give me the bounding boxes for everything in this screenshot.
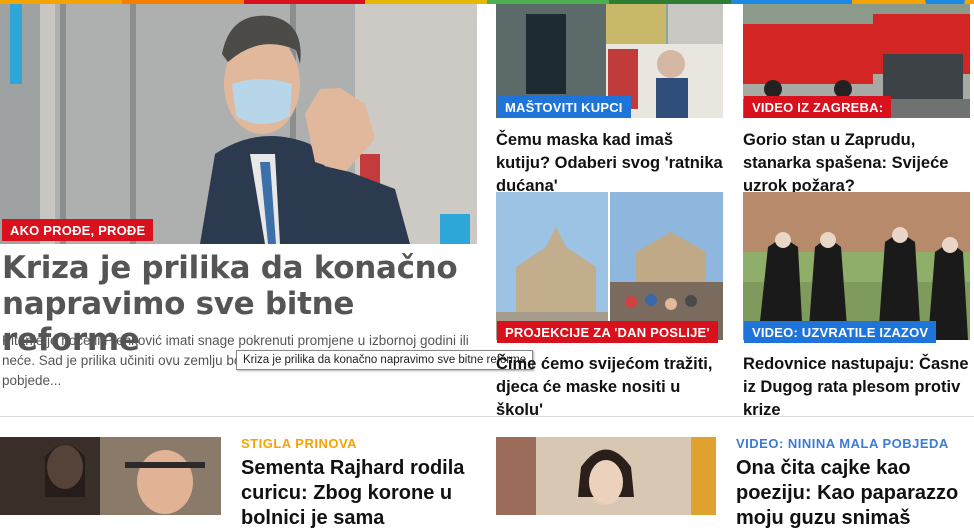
card-tag[interactable]: VIDEO IZ ZAGREBA: [744,96,892,118]
bottom-title[interactable]: Sementa Rajhard rodila curicu: Zbog koro… [241,456,481,531]
bottom-photo [0,437,221,515]
card-title[interactable]: Čime ćemo svijećom tražiti, djeca će mas… [496,353,726,422]
card-image[interactable] [743,192,970,340]
bottom-kicker[interactable]: VIDEO: NININA MALA POBJEDA [736,436,949,451]
bottom-title[interactable]: Ona čita cajke kao poeziju: Kao paparazz… [736,456,972,531]
lead-photo [0,4,477,244]
card-title[interactable]: Gorio stan u Zaprudu, stanarka spašena: … [743,129,971,198]
bottom-image[interactable] [0,437,221,515]
card-tag[interactable]: MAŠTOVITI KUPCI [497,96,631,118]
card-tag[interactable]: PROJEKCIJE ZA 'DAN POSLIJE' [497,321,718,343]
bottom-image[interactable] [496,437,716,515]
card-photo [743,192,970,340]
card-photo [496,192,723,340]
bottom-photo [496,437,716,515]
bottom-kicker[interactable]: STIGLA PRINOVA [241,436,357,451]
section-divider [0,416,974,417]
card-image[interactable] [496,192,723,340]
card-title[interactable]: Čemu maska kad imaš kutiju? Odaberi svog… [496,129,726,198]
lead-image[interactable] [0,4,477,244]
lead-tag[interactable]: AKO PROĐE, PROĐE [2,219,154,241]
card-tag[interactable]: VIDEO: UZVRATILE IZAZOV [744,321,937,343]
title-tooltip: Kriza je prilika da konačno napravimo sv… [236,350,534,370]
card-title[interactable]: Redovnice nastupaju: Časne iz Dugog rata… [743,353,971,422]
